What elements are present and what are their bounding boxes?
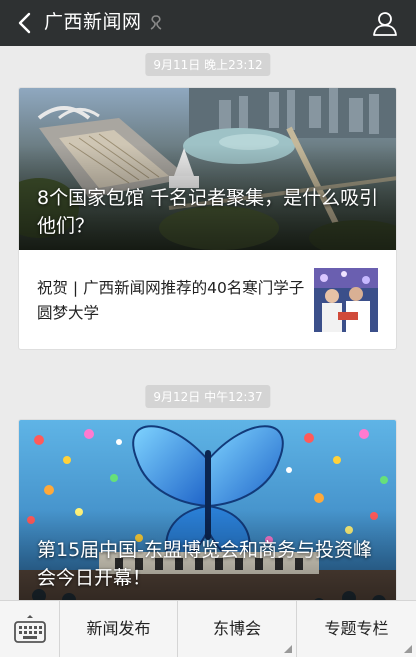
- article-card[interactable]: 第15届中国-东盟博览会和商务与投资峰会今日开幕！: [18, 419, 397, 600]
- back-chevron-icon[interactable]: [14, 11, 38, 35]
- sub-article[interactable]: 祝贺 | 广西新闻网推荐的40名寒门学子圆梦大学: [19, 250, 396, 349]
- profile-icon[interactable]: [372, 10, 398, 36]
- account-title: 广西新闻网: [44, 11, 142, 33]
- message-feed[interactable]: 9月11日 晚上23:12 8个国家包馆 千名记者聚集，是什么吸引他们？ 祝贺 …: [0, 46, 416, 600]
- hero-article[interactable]: 8个国家包馆 千名记者聚集，是什么吸引他们？: [19, 88, 396, 250]
- verified-badge-icon: [150, 15, 162, 30]
- top-bar: 广西新闻网: [0, 0, 416, 46]
- menu-item-news-release[interactable]: 新闻发布: [60, 601, 178, 657]
- submenu-indicator-icon: [404, 645, 412, 653]
- menu-item-label: 新闻发布: [86, 619, 151, 638]
- menu-item-label: 东博会: [212, 619, 261, 638]
- hero-article[interactable]: 第15届中国-东盟博览会和商务与投资峰会今日开幕！: [19, 420, 396, 600]
- article-card[interactable]: 8个国家包馆 千名记者聚集，是什么吸引他们？ 祝贺 | 广西新闻网推荐的40名寒…: [18, 87, 397, 350]
- sub-article-title[interactable]: 祝贺 | 广西新闻网推荐的40名寒门学子圆梦大学: [37, 276, 307, 326]
- submenu-indicator-icon: [284, 645, 292, 653]
- hero-article-title[interactable]: 8个国家包馆 千名记者聚集，是什么吸引他们？: [37, 184, 380, 240]
- menu-item-label: 专题专栏: [324, 619, 389, 638]
- menu-item-special-columns[interactable]: 专题专栏: [297, 601, 416, 657]
- sub-article-thumbnail: [314, 268, 378, 332]
- message-timestamp: 9月11日 晚上23:12: [145, 53, 271, 76]
- hero-article-title[interactable]: 第15届中国-东盟博览会和商务与投资峰会今日开幕！: [37, 536, 380, 592]
- keyboard-toggle-button[interactable]: [0, 601, 60, 657]
- message-timestamp: 9月12日 中午12:37: [145, 385, 271, 408]
- keyboard-icon: [14, 615, 46, 643]
- menu-item-expo[interactable]: 东博会: [178, 601, 297, 657]
- bottom-menu-bar: 新闻发布 东博会 专题专栏: [0, 600, 416, 657]
